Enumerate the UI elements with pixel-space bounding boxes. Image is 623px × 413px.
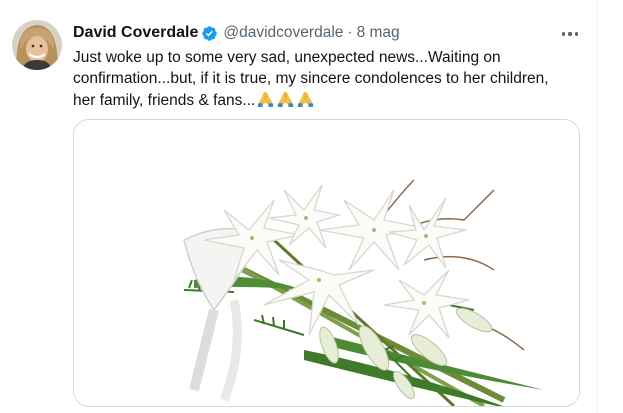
tweet-date[interactable]: 8 mag: [357, 24, 400, 42]
tweet-text-line: her family, friends & fans...: [73, 89, 588, 114]
folded-hands-emoji-icon: [256, 89, 275, 114]
lily-bouquet-image: [74, 120, 579, 406]
tweet: David Coverdale @davidcoverdale · 8 mag …: [0, 0, 596, 413]
folded-hands-emoji-icon: [296, 89, 315, 114]
tweet-header: David Coverdale @davidcoverdale · 8 mag: [73, 22, 400, 44]
folded-hands-emoji-icon: [276, 89, 295, 114]
avatar-image: [12, 20, 62, 70]
tweet-text-line: confirmation...but, if it is true, my si…: [73, 70, 549, 87]
tweet-media-image[interactable]: [73, 119, 580, 407]
author-handle[interactable]: @davidcoverdale: [223, 24, 343, 42]
more-options-icon[interactable]: [556, 24, 584, 44]
header-separator: ·: [347, 24, 353, 41]
tweet-text-line-tail: her family, friends & fans...: [73, 92, 256, 109]
tweet-text-line: Just woke up to some very sad, unexpecte…: [73, 49, 501, 66]
tweet-text: Just woke up to some very sad, unexpecte…: [73, 47, 588, 114]
verified-badge-icon: [201, 25, 218, 42]
avatar[interactable]: [12, 20, 62, 70]
timeline-divider: [596, 0, 597, 413]
author-name[interactable]: David Coverdale: [73, 24, 198, 42]
